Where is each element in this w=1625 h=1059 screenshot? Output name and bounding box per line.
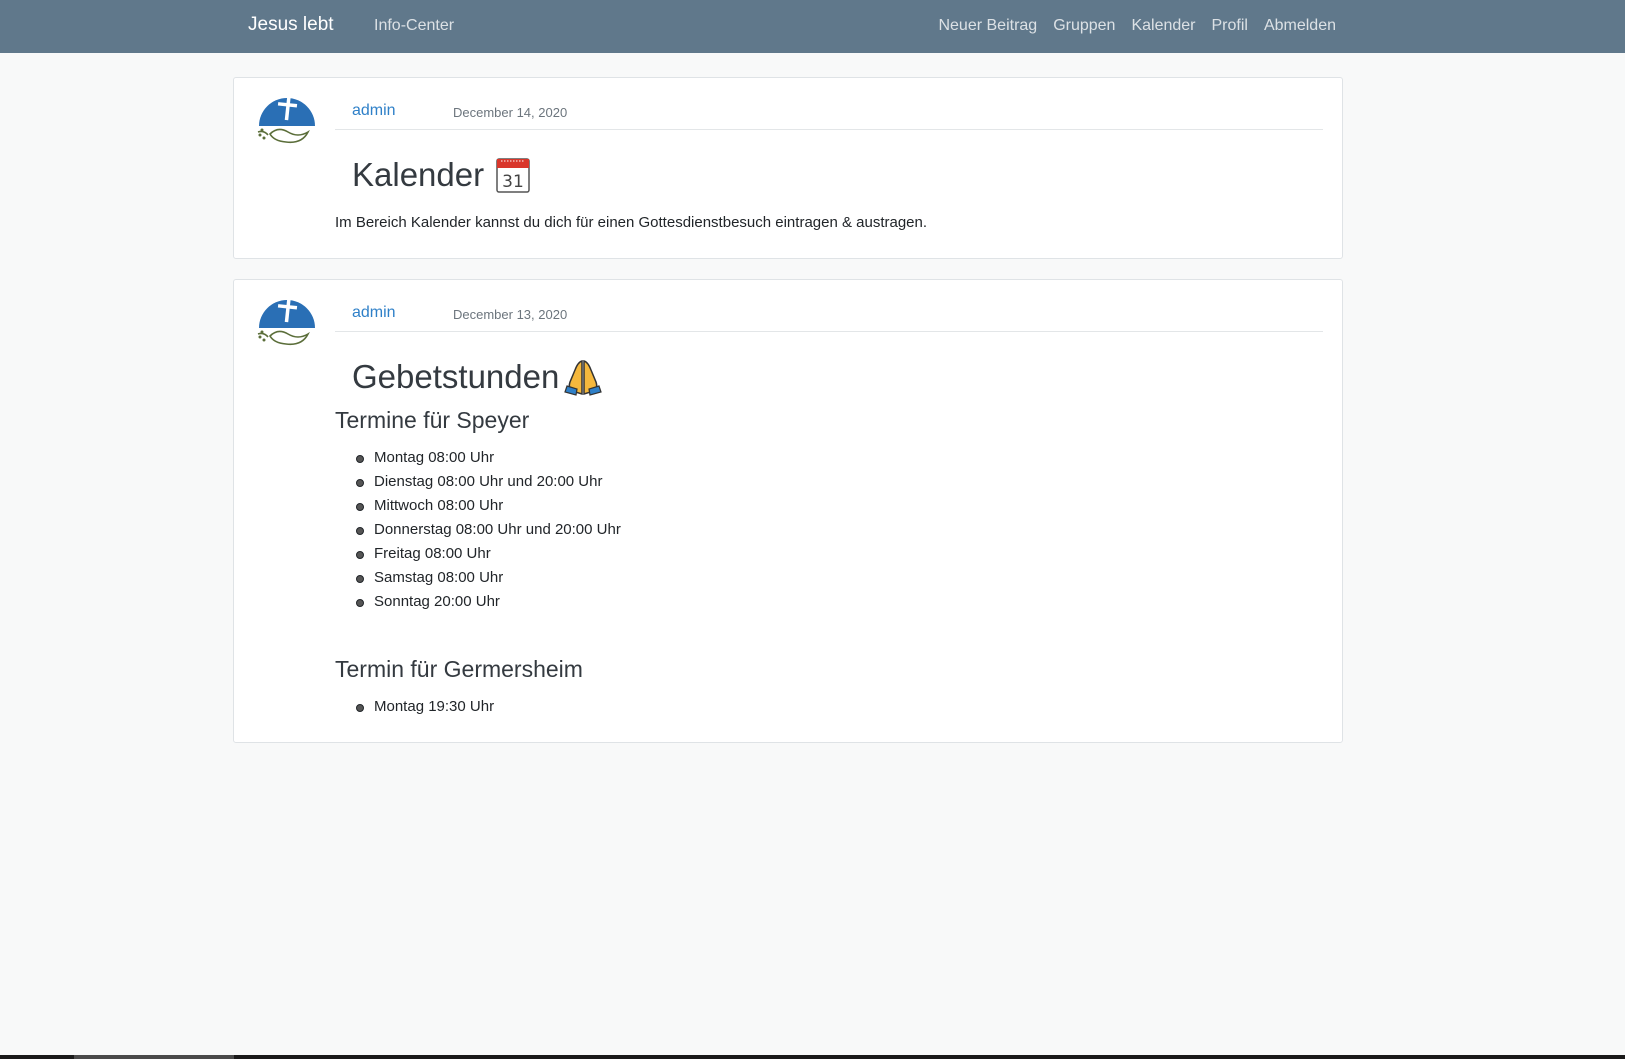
brand-link[interactable]: Jesus lebt	[248, 14, 334, 36]
calendar-icon: 31	[496, 158, 530, 193]
calendar-day: 31	[502, 172, 524, 192]
nav-calendar[interactable]: Kalender	[1131, 17, 1195, 35]
list-item: Montag 19:30 Uhr	[356, 695, 494, 719]
avatar	[257, 297, 315, 346]
post-date: December 14, 2020	[453, 105, 568, 120]
list-item: Mittwoch 08:00 Uhr	[356, 494, 621, 518]
post-header: admin December 13, 2020	[335, 304, 1323, 332]
nav-right-links: Neuer Beitrag Gruppen Kalender Profil Ab…	[938, 17, 1336, 35]
praying-hands-icon	[564, 360, 603, 396]
nav-new-post[interactable]: Neuer Beitrag	[938, 17, 1037, 35]
list-item: Freitag 08:00 Uhr	[356, 542, 621, 566]
nav-groups[interactable]: Gruppen	[1053, 17, 1115, 35]
schedule-list-speyer: Montag 08:00 Uhr Dienstag 08:00 Uhr und …	[356, 446, 621, 614]
top-navbar: Jesus lebt Info-Center Neuer Beitrag Gru…	[0, 0, 1625, 53]
author-link[interactable]: admin	[352, 102, 396, 120]
list-item: Sonntag 20:00 Uhr	[356, 590, 621, 614]
post-body: Im Bereich Kalender kannst du dich für e…	[335, 214, 928, 231]
nav-profile[interactable]: Profil	[1212, 17, 1248, 35]
nav-logout[interactable]: Abmelden	[1264, 17, 1336, 35]
post-title: Kalender 31	[352, 156, 530, 194]
list-item: Dienstag 08:00 Uhr und 20:00 Uhr	[356, 470, 621, 494]
post-date: December 13, 2020	[453, 307, 568, 322]
taskbar-item[interactable]	[74, 1055, 234, 1059]
post-header: admin December 14, 2020	[335, 102, 1323, 130]
post-title-text: Kalender	[352, 156, 485, 193]
list-item: Montag 08:00 Uhr	[356, 446, 621, 470]
list-item: Donnerstag 08:00 Uhr und 20:00 Uhr	[356, 518, 621, 542]
nav-info-center[interactable]: Info-Center	[374, 17, 454, 35]
post-card: admin December 14, 2020 Kalender 31 Im B…	[233, 77, 1343, 259]
section-heading-germersheim: Termin für Germersheim	[335, 656, 583, 682]
taskbar	[0, 1055, 1625, 1059]
author-link[interactable]: admin	[352, 304, 396, 322]
post-title-text: Gebetstunden	[352, 358, 560, 395]
post-title: Gebetstunden	[352, 358, 603, 396]
list-item: Samstag 08:00 Uhr	[356, 566, 621, 590]
post-card: admin December 13, 2020 Gebetstunden Ter…	[233, 279, 1343, 743]
schedule-list-germersheim: Montag 19:30 Uhr	[356, 695, 494, 719]
section-heading-speyer: Termine für Speyer	[335, 407, 530, 433]
avatar	[257, 95, 315, 144]
